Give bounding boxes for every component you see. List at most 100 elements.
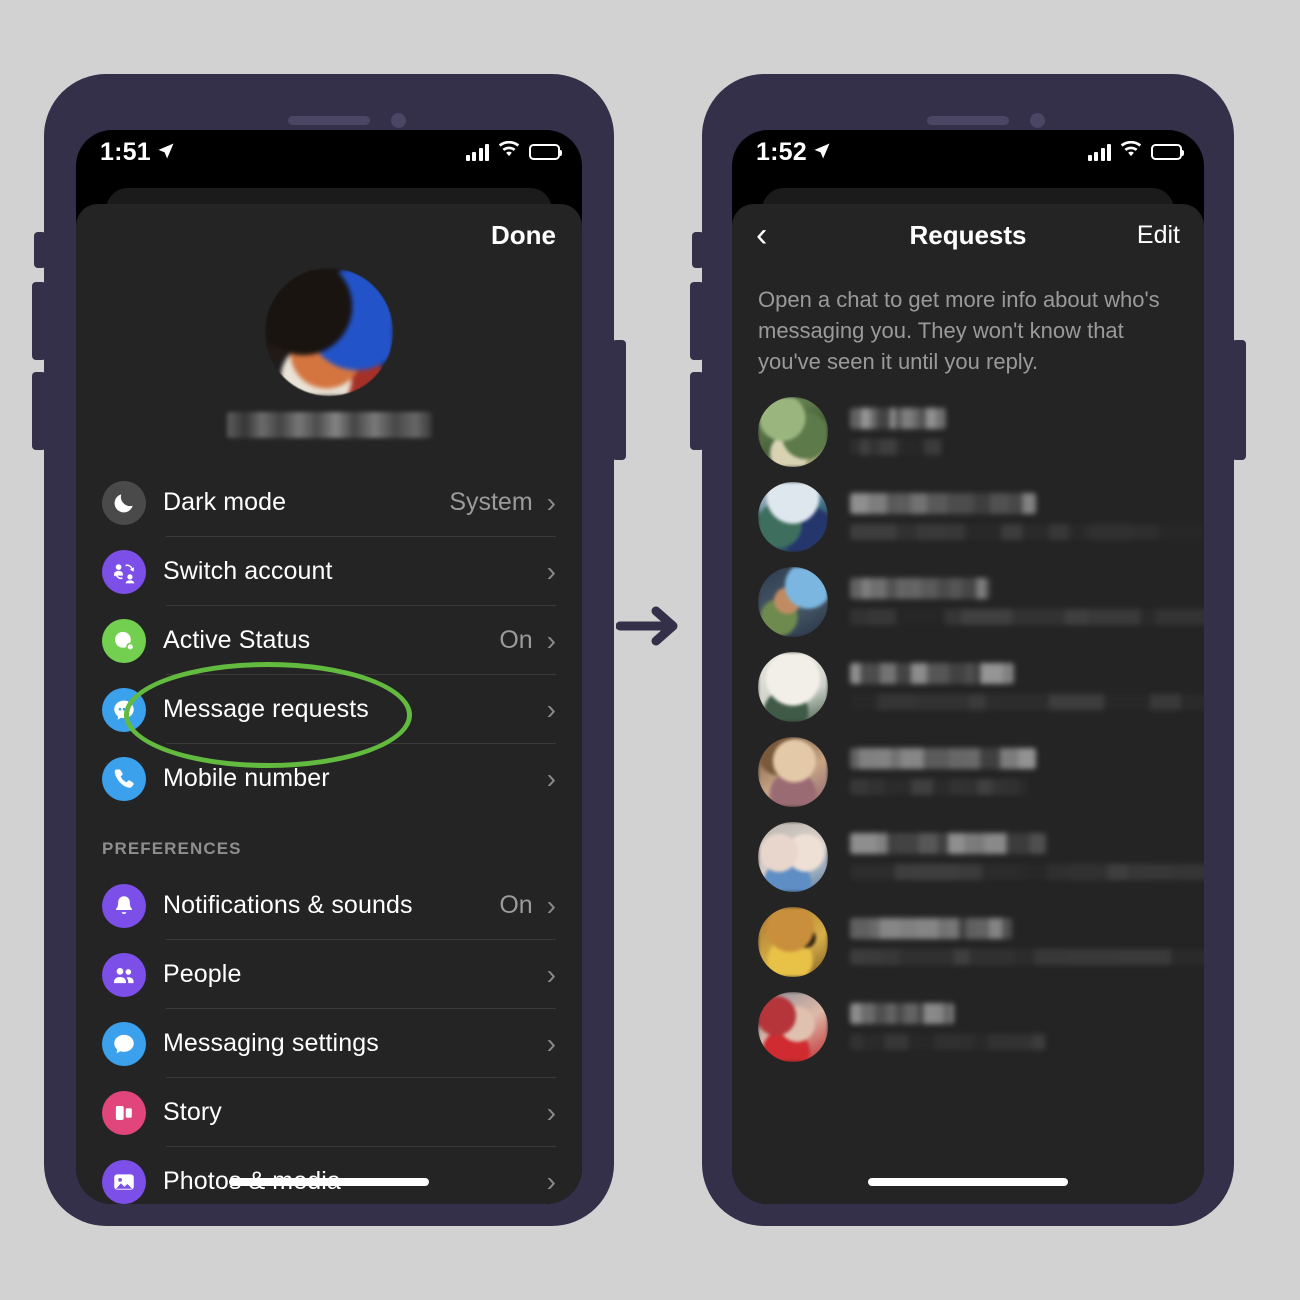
battery-icon-right <box>1151 144 1184 160</box>
request-preview-redacted <box>850 524 1202 540</box>
right-phone-mockup: 1:52 ‹ Requests Edit Open a chat to get … <box>690 74 1246 1226</box>
volume-down-button[interactable] <box>32 372 46 450</box>
power-button[interactable] <box>612 340 626 460</box>
status-bar-indicators <box>465 140 562 163</box>
status-bar-clock-right: 1:52 <box>756 138 831 167</box>
settings-row-messaging-settings[interactable]: Messaging settings › <box>102 1009 582 1078</box>
preferences-section-header: PREFERENCES <box>102 839 242 858</box>
edit-button[interactable]: Edit <box>1137 221 1180 250</box>
request-row[interactable] <box>732 644 1204 729</box>
settings-row-people[interactable]: People › <box>102 940 582 1009</box>
request-avatar[interactable] <box>758 396 828 467</box>
settings-row-active-status[interactable]: Active Status On › <box>102 606 582 675</box>
settings-row-photos-media[interactable]: Photos & media› <box>102 1147 582 1204</box>
request-preview-redacted <box>850 864 1204 880</box>
settings-row-label: People <box>163 960 242 988</box>
settings-row-mobile-number[interactable]: Mobile number › <box>102 744 582 813</box>
navigation-bar: ‹ Requests Edit <box>732 204 1204 266</box>
mute-switch[interactable] <box>34 232 46 268</box>
profile-avatar[interactable] <box>265 268 393 396</box>
location-arrow-icon-right <box>813 138 831 167</box>
chevron-right-icon: › <box>546 958 556 990</box>
chevron-right-icon: › <box>546 1096 556 1128</box>
request-avatar[interactable] <box>758 906 828 977</box>
request-row[interactable] <box>732 559 1204 644</box>
switch-account-icon <box>102 549 146 594</box>
people-icon <box>102 952 146 997</box>
request-row[interactable] <box>732 899 1204 984</box>
request-avatar[interactable] <box>758 566 828 637</box>
status-bar-indicators-right <box>1087 140 1184 163</box>
settings-row-value: On <box>499 626 533 654</box>
volume-up-button[interactable] <box>32 282 46 360</box>
settings-list: Dark mode System › Switch account › Active St… <box>76 468 582 1204</box>
settings-row-label: Mobile number <box>163 764 330 792</box>
request-preview-redacted <box>850 1034 1046 1050</box>
settings-row-story[interactable]: Story › <box>102 1078 582 1147</box>
chevron-right-icon: › <box>546 624 556 656</box>
chevron-left-icon[interactable]: ‹ <box>756 218 767 252</box>
volume-up-button-right[interactable] <box>690 282 704 360</box>
request-avatar[interactable] <box>758 991 828 1062</box>
request-name-redacted <box>850 918 1012 939</box>
request-name-redacted <box>850 408 946 429</box>
request-row[interactable] <box>732 729 1204 814</box>
settings-row-label: Story <box>163 1098 222 1126</box>
request-preview-redacted <box>850 609 1204 625</box>
request-avatar[interactable] <box>758 481 828 552</box>
settings-row-message-requests[interactable]: Message requests › <box>102 675 582 744</box>
chevron-right-icon: › <box>546 889 556 921</box>
request-preview-redacted <box>850 779 1028 795</box>
chevron-right-icon: › <box>546 486 556 518</box>
phone-icon <box>102 756 146 801</box>
clock-text-right: 1:52 <box>756 137 807 166</box>
request-text <box>850 833 1204 880</box>
settings-row-label: Notifications & sounds <box>163 891 413 919</box>
settings-row-switch-account[interactable]: Switch account › <box>102 537 582 606</box>
right-phone-screen: 1:52 ‹ Requests Edit Open a chat to get … <box>732 130 1204 1204</box>
power-button-right[interactable] <box>1232 340 1246 460</box>
sheet-header: Done <box>76 204 582 266</box>
request-row[interactable] <box>732 474 1204 559</box>
request-name-redacted <box>850 1003 954 1024</box>
story-icon <box>102 1090 146 1135</box>
settings-row-label: Messaging settings <box>163 1029 379 1057</box>
request-name-redacted <box>850 663 1014 684</box>
request-preview-redacted <box>850 439 942 455</box>
mute-switch-right[interactable] <box>692 232 704 268</box>
cellular-bars-icon <box>465 143 489 161</box>
request-text <box>850 493 1202 540</box>
location-arrow-icon <box>157 138 175 167</box>
request-text <box>850 918 1204 965</box>
wifi-icon-right <box>1120 140 1142 163</box>
settings-row-dark-mode[interactable]: Dark mode System › <box>102 468 582 537</box>
request-avatar[interactable] <box>758 651 828 722</box>
battery-icon <box>529 144 562 160</box>
request-name-redacted <box>850 748 1036 769</box>
settings-row-label: Dark mode <box>163 488 287 516</box>
front-camera-icon-right <box>1030 113 1045 128</box>
home-indicator[interactable] <box>229 1178 429 1186</box>
home-indicator-right[interactable] <box>868 1178 1068 1186</box>
settings-row-notifications-sounds[interactable]: Notifications & sounds On › <box>102 871 582 940</box>
request-avatar[interactable] <box>758 821 828 892</box>
volume-down-button-right[interactable] <box>690 372 704 450</box>
request-preview-redacted <box>850 694 1204 710</box>
settings-row-label: Message requests <box>163 695 369 723</box>
done-button[interactable]: Done <box>491 220 556 251</box>
cellular-bars-icon-right <box>1087 143 1111 161</box>
request-name-redacted <box>850 578 990 599</box>
requests-screen: ‹ Requests Edit Open a chat to get more … <box>732 204 1204 1204</box>
chevron-right-icon: › <box>546 1165 556 1197</box>
status-bar: 1:51 <box>76 130 582 174</box>
request-row[interactable] <box>732 814 1204 899</box>
message-requests-icon <box>102 687 146 732</box>
page-title: Requests <box>909 219 1027 250</box>
front-camera-icon <box>391 113 406 128</box>
chevron-right-icon: › <box>546 1027 556 1059</box>
left-phone-screen: 1:51 Done Dark mode System › Switch acco… <box>76 130 582 1204</box>
request-row[interactable] <box>732 984 1204 1069</box>
request-row[interactable] <box>732 389 1204 474</box>
request-avatar[interactable] <box>758 736 828 807</box>
photo-icon <box>102 1159 146 1204</box>
